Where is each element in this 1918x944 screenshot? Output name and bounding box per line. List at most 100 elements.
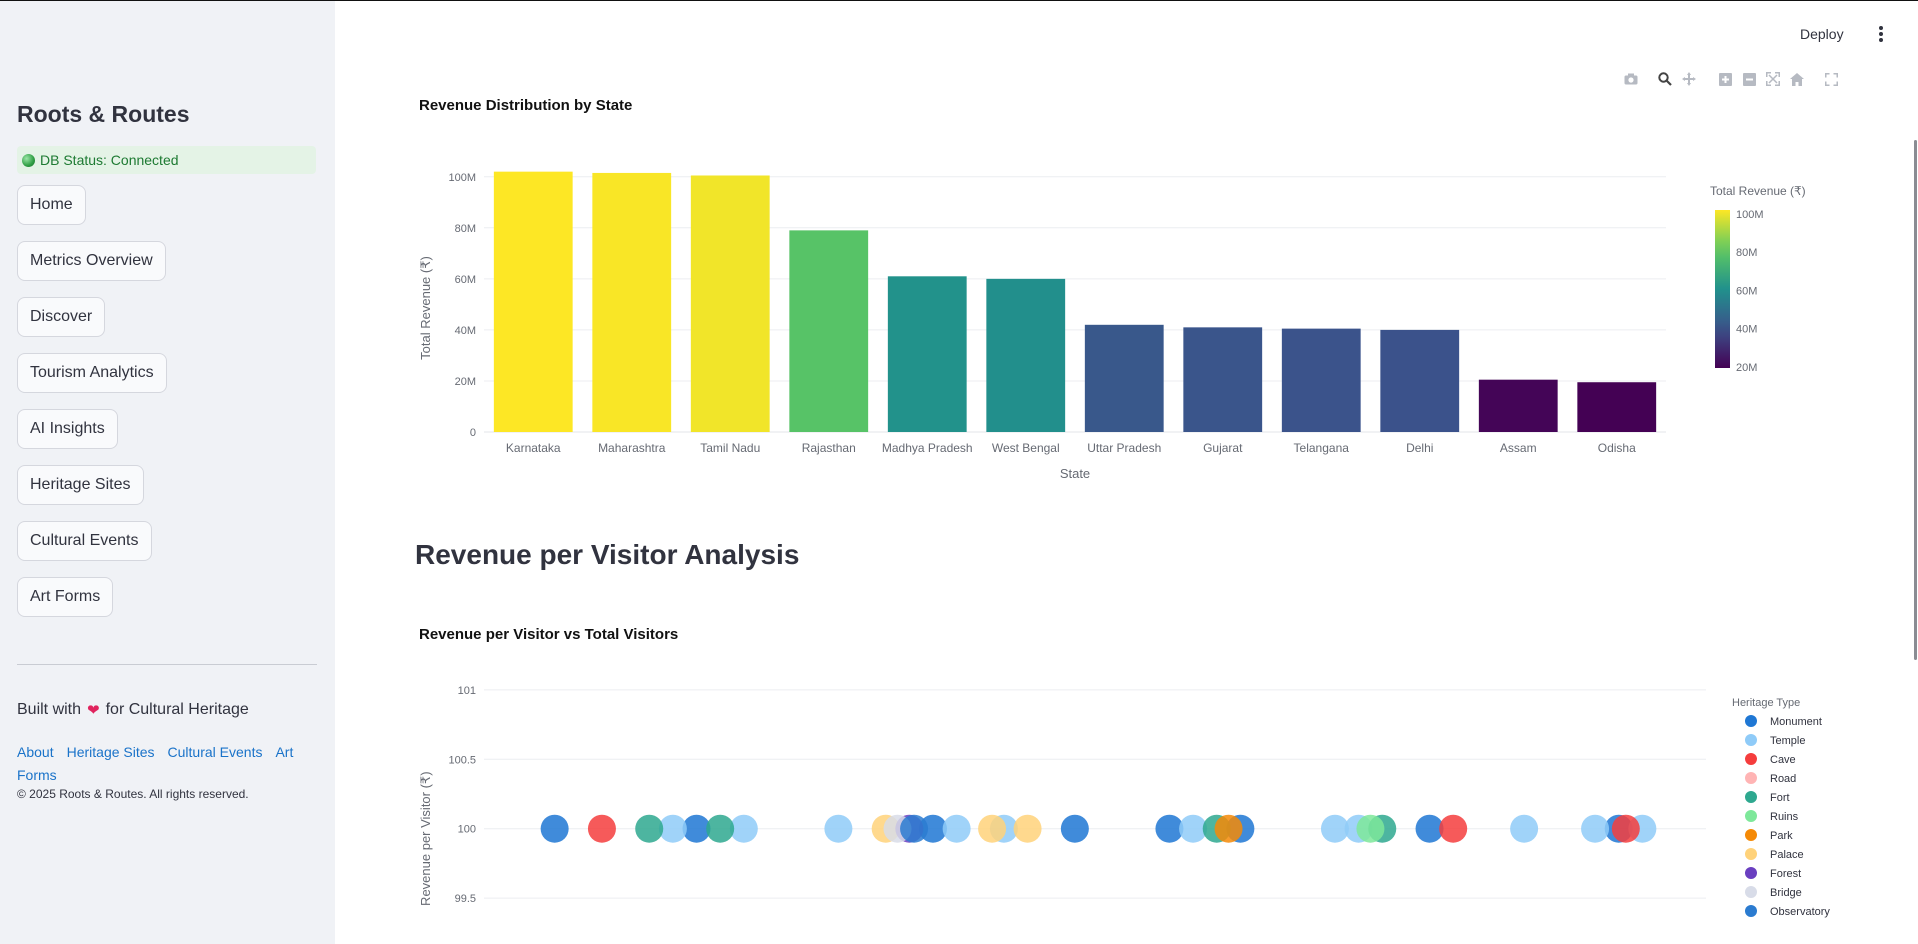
- scatter-point: [1439, 814, 1468, 843]
- bar: [1577, 382, 1657, 432]
- heart-icon: ❤: [87, 702, 100, 719]
- colorbar-tick-label: 40M: [1736, 324, 1757, 336]
- colorbar-tick-label: 20M: [1736, 362, 1757, 374]
- y-axis-label: Total Revenue (₹): [418, 256, 433, 360]
- scatter-point: [1060, 814, 1089, 843]
- x-tick-label: Gujarat: [1203, 441, 1243, 455]
- y-tick-label: 60M: [455, 274, 476, 286]
- scatter-point: [1415, 814, 1444, 843]
- legend-marker: [1745, 848, 1757, 860]
- legend-label: Temple: [1770, 735, 1805, 747]
- revenue-by-state-bar-chart[interactable]: 0 20M 40M 60M 80M 100M Karnataka Maharashtra Tam…: [0, 0, 1918, 480]
- bar: [1084, 324, 1164, 432]
- nav-cultural-events-button[interactable]: Cultural Events: [17, 521, 152, 561]
- scatter-point: [978, 814, 1007, 843]
- scatter-point: [918, 814, 947, 843]
- x-tick-label: Tamil Nadu: [700, 441, 760, 455]
- scatter-point: [895, 814, 924, 843]
- bar: [1380, 329, 1460, 432]
- y-tick-label: 20M: [455, 376, 476, 388]
- legend-marker: [1745, 829, 1757, 841]
- bar: [690, 175, 770, 432]
- scatter-point: [1202, 814, 1231, 843]
- colorbar-title: Total Revenue (₹): [1710, 184, 1806, 198]
- y-tick-label: 101: [458, 685, 476, 697]
- footer-link-cultural-events[interactable]: Cultural Events: [168, 744, 263, 760]
- sidebar-divider: [17, 664, 317, 665]
- x-axis-label: State: [1060, 466, 1090, 480]
- bar: [1478, 379, 1558, 432]
- colorbar-tick-label: 100M: [1736, 209, 1764, 221]
- x-tick-label: Madhya Pradesh: [882, 441, 973, 455]
- legend-marker: [1745, 886, 1757, 898]
- scatter-point: [1368, 814, 1397, 843]
- x-tick-label: Maharashtra: [598, 441, 666, 455]
- legend-label: Ruins: [1770, 811, 1799, 823]
- built-with-text: Built with ❤ for Cultural Heritage: [17, 701, 249, 719]
- y-tick-label: 100: [458, 824, 476, 836]
- legend-label: Fort: [1770, 792, 1790, 804]
- scatter-point: [871, 814, 900, 843]
- legend-marker: [1745, 753, 1757, 765]
- legend-label: Road: [1770, 773, 1796, 785]
- x-tick-label: West Bengal: [992, 441, 1060, 455]
- legend-label: Monument: [1770, 716, 1822, 728]
- legend-label: Palace: [1770, 849, 1804, 861]
- vertical-scrollbar[interactable]: [1914, 140, 1917, 660]
- scatter-point: [942, 814, 971, 843]
- scatter-point: [1344, 814, 1373, 843]
- scatter-point: [658, 814, 687, 843]
- scatter-point: [1226, 814, 1255, 843]
- colorbar-tick-label: 80M: [1736, 247, 1757, 259]
- nav-art-forms-button[interactable]: Art Forms: [17, 577, 114, 617]
- legend-label: Cave: [1770, 754, 1796, 766]
- y-tick-label: 100.5: [448, 754, 476, 766]
- scatter-point: [1604, 814, 1633, 843]
- scatter-point: [989, 814, 1018, 843]
- scatter-point: [682, 814, 711, 843]
- built-prefix: Built with: [17, 701, 82, 718]
- y-tick-label: 80M: [455, 223, 476, 235]
- x-tick-label: Assam: [1500, 441, 1537, 455]
- legend-title: Heritage Type: [1732, 697, 1800, 709]
- scatter-point: [635, 814, 664, 843]
- colorbar-tick-label: 60M: [1736, 285, 1757, 297]
- legend-marker: [1745, 772, 1757, 784]
- bar: [1183, 327, 1263, 432]
- legend-label: Park: [1770, 830, 1793, 842]
- section-title: Revenue per Visitor Analysis: [415, 539, 800, 570]
- scatter-point: [1628, 814, 1657, 843]
- legend-marker: [1745, 810, 1757, 822]
- y-tick-label: 99.5: [455, 893, 476, 905]
- footer-link-about[interactable]: About: [17, 744, 54, 760]
- bar: [986, 278, 1066, 432]
- footer-link-heritage-sites[interactable]: Heritage Sites: [67, 744, 155, 760]
- copyright-text: © 2025 Roots & Routes. All rights reserv…: [17, 787, 249, 801]
- scatter-point: [1179, 814, 1208, 843]
- y-axis-label: Revenue per Visitor (₹): [418, 771, 433, 905]
- legend-label: Bridge: [1770, 887, 1802, 899]
- scatter-point: [900, 814, 929, 843]
- scatter-point: [824, 814, 853, 843]
- bar: [1281, 328, 1361, 432]
- legend-label: Forest: [1770, 868, 1801, 880]
- x-tick-label: Uttar Pradesh: [1087, 441, 1161, 455]
- scatter-point: [1356, 814, 1385, 843]
- y-tick-label: 100M: [448, 172, 476, 184]
- scatter-chart-title: Revenue per Visitor vs Total Visitors: [419, 626, 679, 643]
- scatter-point: [1155, 814, 1184, 843]
- scatter-point: [706, 814, 735, 843]
- bar: [789, 230, 869, 432]
- built-suffix: for Cultural Heritage: [105, 701, 249, 718]
- scatter-point: [1320, 814, 1349, 843]
- legend-label: Observatory: [1770, 906, 1830, 918]
- footer-links: About Heritage Sites Cultural Events Art Fo…: [17, 741, 307, 787]
- bar: [493, 171, 573, 432]
- scatter-point: [587, 814, 616, 843]
- legend-marker: [1745, 715, 1757, 727]
- x-tick-label: Delhi: [1406, 441, 1433, 455]
- x-tick-label: Rajasthan: [802, 441, 856, 455]
- legend-marker: [1745, 791, 1757, 803]
- legend-marker: [1745, 867, 1757, 879]
- scatter-point: [1214, 814, 1243, 843]
